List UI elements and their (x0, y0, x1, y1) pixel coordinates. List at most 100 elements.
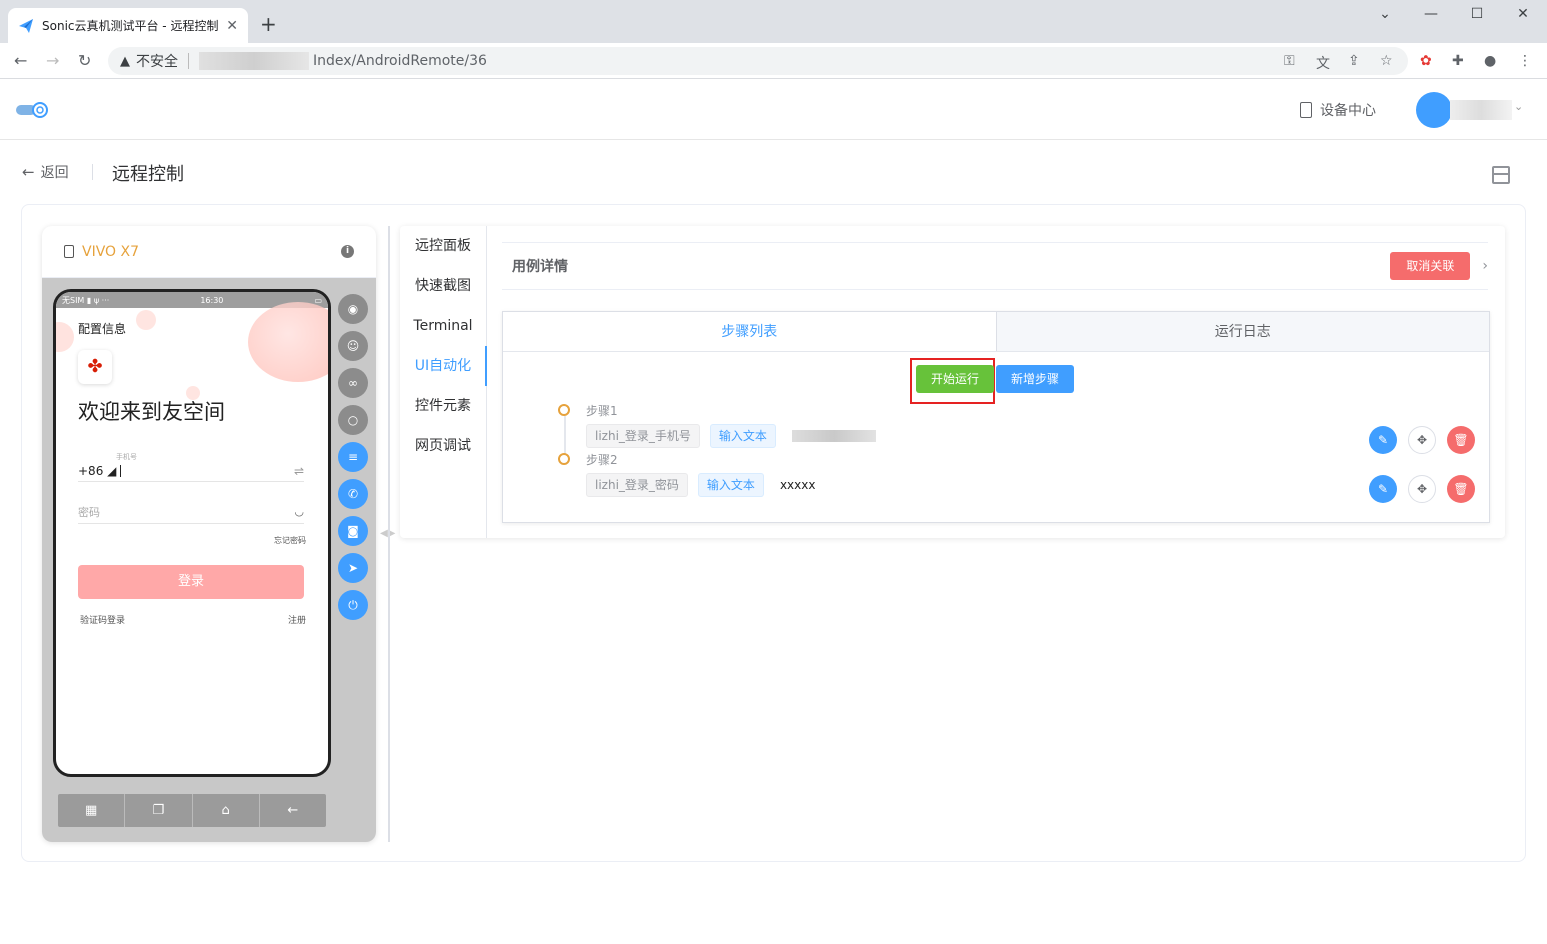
share-icon[interactable]: ⇪ (1348, 53, 1360, 69)
menu-kebab-icon[interactable]: ⋮ (1518, 53, 1532, 69)
minimize-icon[interactable]: — (1416, 6, 1446, 22)
login-button[interactable]: 登录 (78, 565, 304, 599)
case-card-tabs: 步骤列表 运行日志 开始运行 新增步骤 步骤1 lizhi_登录_手机号 输入文… (502, 311, 1490, 523)
run-button[interactable]: 开始运行 (916, 365, 994, 393)
password-field[interactable]: 密码 ◡ (78, 500, 304, 524)
step-row: lizhi_登录_密码 输入文本 xxxxx (586, 473, 815, 497)
register-link[interactable]: 注册 (288, 613, 306, 626)
timeline-dot (558, 453, 570, 465)
reload-icon[interactable]: ↻ (78, 51, 91, 70)
timeline-dot (558, 404, 570, 416)
key-icon[interactable]: ⚿ (1284, 53, 1295, 69)
sms-login-link[interactable]: 验证码登录 (80, 613, 125, 626)
link-icon[interactable]: ∞ (338, 368, 368, 398)
warning-icon: ▲ (120, 53, 130, 69)
element-tag: lizhi_登录_手机号 (586, 424, 700, 448)
swap-icon[interactable]: ⇌ (294, 464, 304, 478)
back-button[interactable]: ← 返回 (22, 162, 69, 182)
phone-screen[interactable]: 无SIM ▮ ψ ··· 16:30 ▭ 配置信息 ✤ 欢迎来到友空间 手机号 … (53, 289, 331, 777)
arrow-left-icon: ← (22, 163, 35, 181)
unlink-button[interactable]: 取消关联 (1390, 252, 1471, 280)
chevron-down-icon[interactable]: ⌄ (1514, 100, 1523, 113)
status-time: 16:30 (200, 295, 224, 305)
add-step-button[interactable]: 新增步骤 (996, 365, 1074, 393)
sliders-icon[interactable]: ≡ (338, 442, 368, 472)
browser-tab[interactable]: Sonic云真机测试平台 - 远程控制 ✕ (8, 8, 248, 43)
device-header: VIVO X7 i (42, 226, 376, 278)
sonic-logo-icon[interactable] (16, 100, 50, 120)
move-icon[interactable]: ✥ (1408, 475, 1436, 503)
tab-remote-panel[interactable]: 远控面板 (400, 226, 486, 266)
tab-elements[interactable]: 控件元素 (400, 386, 486, 426)
home-icon[interactable]: ⌂ (193, 794, 260, 827)
tab-search-icon[interactable]: ⌄ (1370, 6, 1400, 22)
tab-quick-screenshot[interactable]: 快速截图 (400, 266, 486, 306)
device-center-label: 设备中心 (1320, 103, 1376, 119)
search-icon[interactable]: ○ (338, 405, 368, 435)
tab-step-list[interactable]: 步骤列表 (503, 312, 997, 351)
step-value: xxxxx (779, 478, 816, 492)
back-icon[interactable]: ← (260, 794, 326, 827)
decor-bubble (56, 322, 74, 352)
maximize-icon[interactable]: ☐ (1462, 6, 1492, 22)
recent-apps-icon[interactable]: ❐ (125, 794, 193, 827)
back-label: 返回 (40, 165, 69, 181)
tab-close-icon[interactable]: ✕ (226, 18, 238, 34)
user-icon[interactable]: ☺ (338, 331, 368, 361)
new-tab-button[interactable]: + (260, 12, 277, 36)
paper-plane-icon (19, 18, 33, 33)
trash-icon[interactable]: 🗑 (1447, 426, 1475, 454)
battery-icon: ▭ (314, 295, 322, 305)
move-icon[interactable]: ✥ (1408, 426, 1436, 454)
phone-call-icon[interactable]: ✆ (338, 479, 368, 509)
forward-arrow-icon[interactable]: → (46, 51, 59, 70)
extension-red-icon[interactable]: ✿ (1420, 53, 1432, 69)
url-input[interactable]: ▲ 不安全 Index/AndroidRemote/36 (108, 47, 1408, 75)
puzzle-icon[interactable]: ✚ (1452, 53, 1464, 69)
right-panel: 远控面板 快速截图 Terminal UI自动化 控件元素 网页调试 用例详情 … (400, 226, 1505, 538)
eye-icon[interactable]: ◉ (338, 294, 368, 324)
tab-ui-automation[interactable]: UI自动化 (400, 346, 487, 386)
translate-icon[interactable]: 文 (1316, 53, 1330, 73)
profile-icon[interactable]: ● (1484, 53, 1496, 69)
tab-terminal[interactable]: Terminal (400, 306, 486, 346)
config-info[interactable]: 配置信息 (78, 320, 126, 337)
layout-toggle-icon[interactable] (1492, 166, 1510, 184)
password-placeholder: 密码 (78, 505, 100, 519)
eye-closed-icon[interactable]: ◡ (294, 505, 304, 518)
action-tag: 输入文本 (709, 424, 776, 448)
device-name-label: VIVO X7 (82, 243, 140, 260)
card-tabs-header: 步骤列表 运行日志 (503, 312, 1489, 352)
tablet-icon (1300, 102, 1312, 118)
username-redacted[interactable] (1450, 100, 1512, 120)
forgot-password-link[interactable]: 忘记密码 (274, 535, 306, 546)
country-code[interactable]: +86 ◢ (78, 464, 116, 478)
edit-icon[interactable]: ✎ (1369, 426, 1397, 454)
location-icon[interactable]: ➤ (338, 553, 368, 583)
browser-titlebar: Sonic云真机测试平台 - 远程控制 ✕ + ⌄ — ☐ ✕ (0, 0, 1547, 43)
edit-icon[interactable]: ✎ (1369, 475, 1397, 503)
tab-run-log[interactable]: 运行日志 (997, 312, 1490, 351)
star-icon[interactable]: ☆ (1380, 53, 1393, 69)
app-header: 设备中心 ⌄ (0, 80, 1547, 140)
phone-number-field[interactable]: +86 ◢ ⇌ (78, 460, 304, 482)
trash-icon[interactable]: 🗑 (1447, 475, 1475, 503)
avatar[interactable] (1416, 92, 1452, 128)
splitter[interactable] (388, 226, 390, 842)
device-screen-area: 无SIM ▮ ψ ··· 16:30 ▭ 配置信息 ✤ 欢迎来到友空间 手机号 … (42, 278, 376, 842)
status-left: 无SIM ▮ ψ ··· (62, 295, 110, 305)
vertical-tabs: 远控面板 快速截图 Terminal UI自动化 控件元素 网页调试 (400, 226, 487, 538)
address-bar-row: ← → ↻ ▲ 不安全 Index/AndroidRemote/36 ⚿ 文 ⇪… (0, 43, 1547, 79)
decor-bubble (248, 302, 328, 382)
device-center-link[interactable]: 设备中心 (1300, 100, 1376, 120)
info-icon[interactable]: i (341, 245, 354, 258)
device-toolbar: ◉ ☺ ∞ ○ ≡ ✆ ◙ ➤ ⏻ (338, 294, 370, 627)
app-grid-icon[interactable]: ▦ (58, 794, 126, 827)
chevron-right-icon[interactable]: › (1482, 258, 1488, 274)
power-icon[interactable]: ⏻ (338, 590, 368, 620)
back-arrow-icon[interactable]: ← (14, 51, 27, 70)
url-host-redacted (199, 52, 309, 70)
tab-web-debug[interactable]: 网页调试 (400, 426, 486, 466)
camera-icon[interactable]: ◙ (338, 516, 368, 546)
close-window-icon[interactable]: ✕ (1508, 6, 1538, 22)
